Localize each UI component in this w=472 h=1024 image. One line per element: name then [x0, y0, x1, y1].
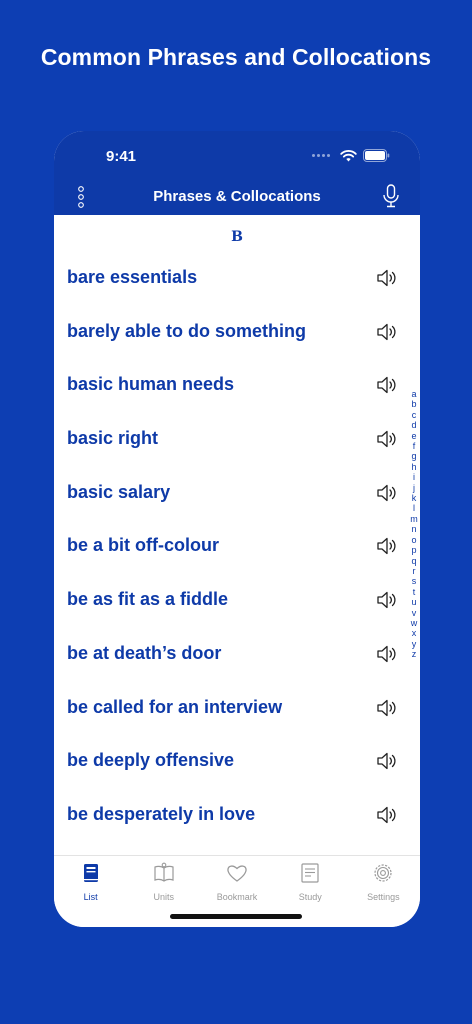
signal-icon [312, 154, 330, 157]
speaker-icon[interactable] [376, 374, 398, 396]
list-item[interactable]: be a bit off-colour [54, 519, 420, 573]
phone-screen: 9:41 Phrases & Collocations B bare essen… [54, 131, 420, 927]
alphabet-index-letter[interactable]: h [411, 462, 416, 472]
app-header: 9:41 Phrases & Collocations [54, 131, 420, 215]
alphabet-index-letter[interactable]: p [411, 545, 416, 555]
speaker-icon[interactable] [376, 750, 398, 772]
list-item[interactable]: bare essentials [54, 251, 420, 305]
speaker-icon[interactable] [376, 428, 398, 450]
phrase-label: be as fit as a fiddle [67, 589, 229, 610]
promo-title: Common Phrases and Collocations [40, 44, 432, 70]
document-icon [299, 862, 321, 889]
speaker-icon[interactable] [376, 804, 398, 826]
alphabet-index-letter[interactable]: z [412, 649, 417, 659]
phrase-label: barely able to do something [67, 320, 307, 341]
home-indicator [170, 914, 302, 919]
alphabet-index-letter[interactable]: c [412, 410, 417, 420]
book-icon [80, 862, 102, 889]
phrase-label: be a bit off-colour [67, 535, 219, 556]
phrase-label: basic right [67, 428, 159, 449]
alphabet-index-letter[interactable]: n [411, 524, 416, 534]
list-item[interactable]: basic human needs [54, 358, 420, 412]
phrase-label: be at death’s door [67, 642, 222, 663]
alphabet-index-letter[interactable]: a [411, 389, 416, 399]
open-book-icon [153, 862, 175, 889]
speaker-icon[interactable] [376, 589, 398, 611]
speaker-icon[interactable] [376, 643, 398, 665]
phrase-list: bare essentials barely able to do somethi… [54, 251, 420, 842]
alphabet-index-letter[interactable]: k [412, 493, 417, 503]
alphabet-index-letter[interactable]: i [413, 472, 415, 482]
list-item[interactable]: be as fit as a fiddle [54, 573, 420, 627]
list-item[interactable]: be deeply offensive [54, 734, 420, 788]
alphabet-index-letter[interactable]: e [411, 431, 416, 441]
alphabet-index-letter[interactable]: y [412, 639, 417, 649]
tab-list[interactable]: List [54, 856, 127, 927]
phrase-label: basic salary [67, 481, 171, 502]
tab-label: Units [153, 892, 175, 902]
list-item[interactable]: basic right [54, 412, 420, 466]
speaker-icon[interactable] [376, 697, 398, 719]
phrase-label: basic human needs [67, 374, 235, 395]
tab-label: List [83, 892, 98, 902]
phrase-label: be deeply offensive [67, 750, 235, 771]
alphabet-index-letter[interactable]: v [412, 608, 417, 618]
heart-icon [226, 862, 248, 889]
alphabet-index-letter[interactable]: t [413, 587, 416, 597]
alphabet-index-letter[interactable]: u [411, 597, 416, 607]
speaker-icon[interactable] [376, 482, 398, 504]
alphabet-index-letter[interactable]: j [413, 483, 415, 493]
alphabet-index-letter[interactable]: d [411, 420, 416, 430]
phrase-label: be desperately in love [67, 803, 256, 824]
alphabet-index-letter[interactable]: r [413, 566, 416, 576]
list-item[interactable]: be desperately in love [54, 788, 420, 842]
voice-search-button[interactable] [380, 184, 402, 208]
section-header: B [231, 229, 243, 245]
gear-icon [372, 862, 394, 889]
page-title: Phrases & Collocations [153, 188, 321, 205]
alphabet-index-letter[interactable]: q [411, 556, 416, 566]
alphabet-index-letter[interactable]: s [412, 576, 417, 586]
alphabet-index-letter[interactable]: m [410, 514, 418, 524]
tab-settings[interactable]: Settings [347, 856, 420, 927]
speaker-icon[interactable] [376, 267, 398, 289]
wifi-icon [340, 150, 357, 162]
tab-label: Study [298, 892, 322, 902]
status-time: 9:41 [106, 148, 137, 165]
phrase-label: be called for an interview [67, 696, 283, 717]
list-item[interactable]: be called for an interview [54, 681, 420, 735]
alphabet-index[interactable]: abcdefghijklmnopqrstuvwxyz [408, 389, 420, 660]
microphone-icon [383, 184, 399, 208]
alphabet-index-letter[interactable]: f [413, 441, 416, 451]
page: Common Phrases and Collocations 9:41 Phr… [0, 0, 472, 1024]
alphabet-index-letter[interactable]: g [411, 451, 416, 461]
alphabet-index-letter[interactable]: o [411, 535, 416, 545]
list-item[interactable]: basic salary [54, 466, 420, 520]
alphabet-index-letter[interactable]: b [411, 399, 416, 409]
alphabet-index-letter[interactable]: l [413, 503, 415, 513]
list-item[interactable]: barely able to do something [54, 305, 420, 359]
tab-label: Bookmark [216, 892, 258, 902]
speaker-icon[interactable] [376, 321, 398, 343]
speaker-icon[interactable] [376, 535, 398, 557]
tab-label: Settings [367, 892, 400, 902]
list-item[interactable]: be at death’s door [54, 627, 420, 681]
alphabet-index-letter[interactable]: w [411, 618, 418, 628]
alphabet-index-letter[interactable]: x [412, 628, 417, 638]
battery-icon [363, 149, 390, 162]
status-icons [312, 149, 390, 162]
phrase-label: bare essentials [67, 267, 198, 287]
